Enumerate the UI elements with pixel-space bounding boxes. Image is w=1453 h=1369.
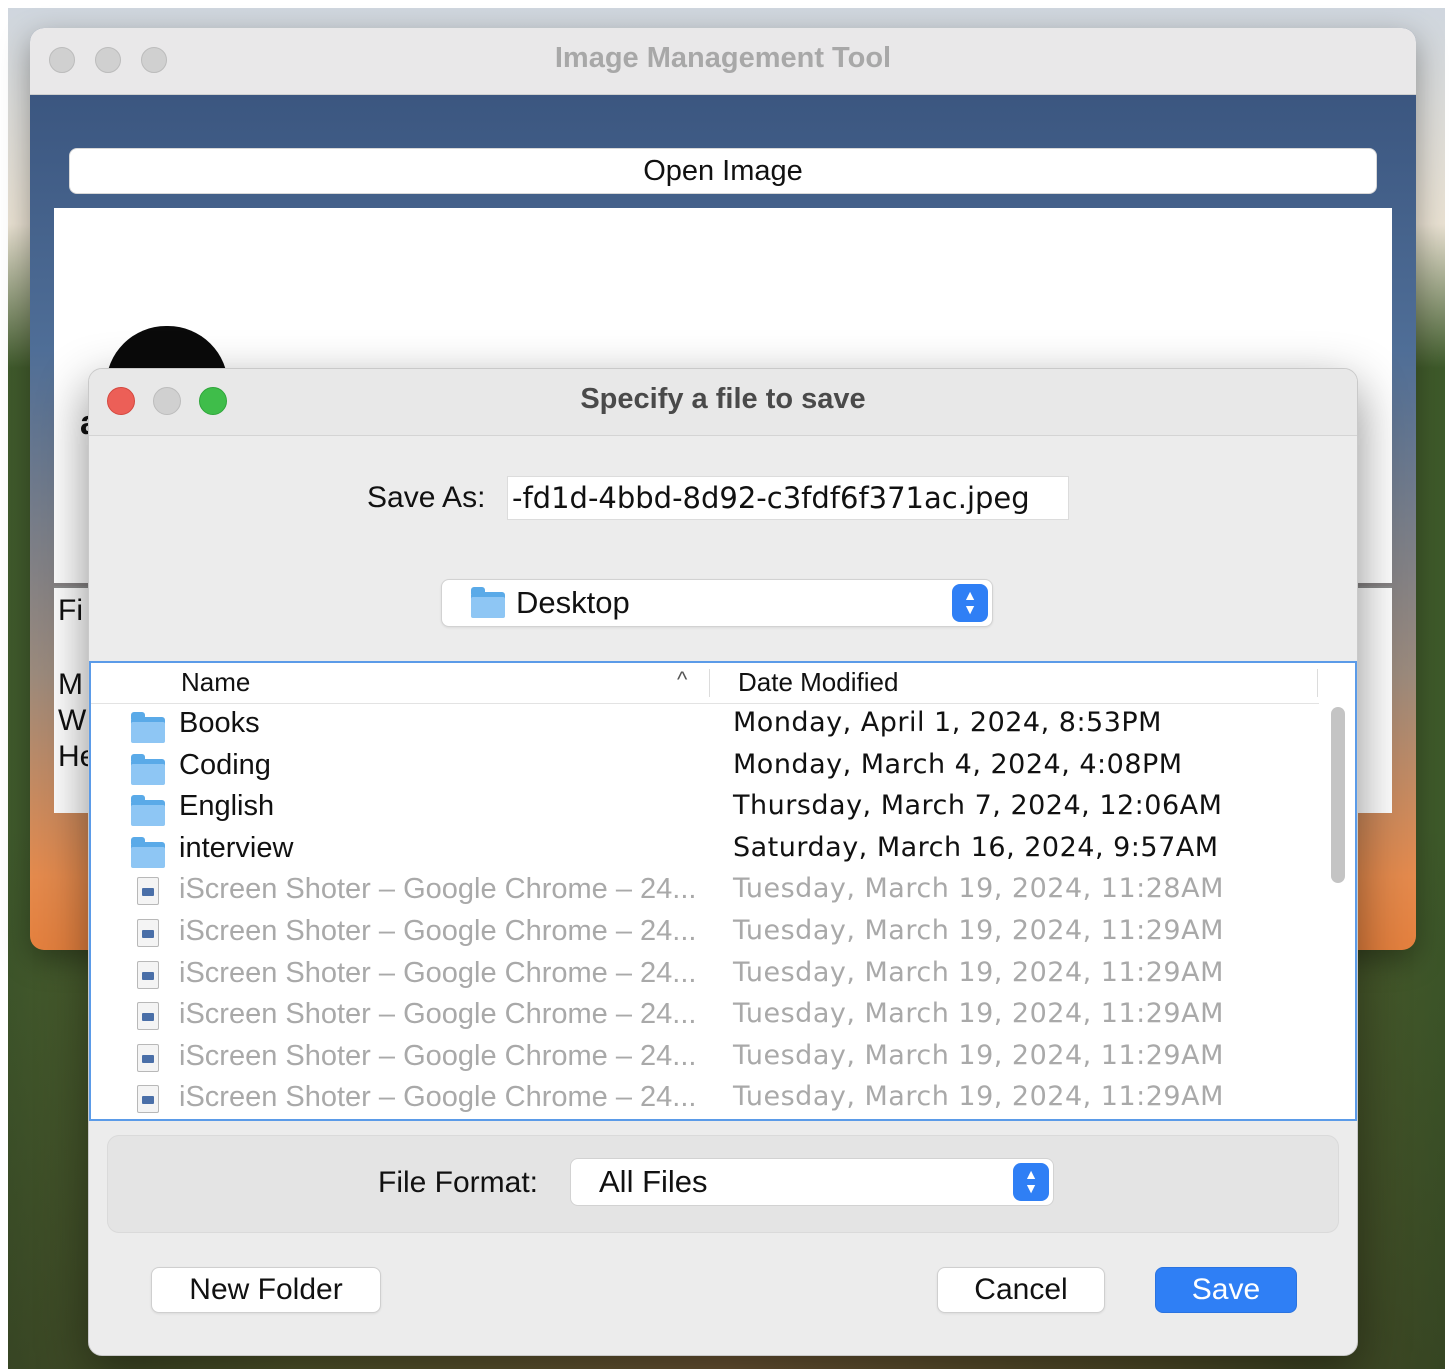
folder-icon [131, 794, 167, 827]
image-file-icon [131, 1043, 167, 1074]
file-name: interview [179, 831, 294, 864]
folder-icon [131, 836, 167, 868]
file-name: English [179, 790, 275, 823]
list-header: Name ^ Date Modified [91, 663, 1319, 704]
save-as-input[interactable]: -fd1d-4bbd-8d92-c3fdf6f371ac.jpeg [507, 476, 1069, 520]
column-divider [1317, 669, 1318, 697]
file-format-value: All Files [599, 1164, 708, 1199]
file-name: iScreen Shoter – Google Chrome – 24... [179, 914, 697, 947]
image-file-icon [131, 1085, 167, 1115]
scrollbar-thumb[interactable] [1331, 707, 1345, 883]
up-down-chevron-icon: ▲ ▼ [952, 584, 988, 622]
info-line: Fi [58, 594, 83, 627]
main-window-title: Image Management Tool [554, 42, 892, 74]
image-file-icon [131, 877, 167, 907]
save-button[interactable]: Save [1155, 1267, 1297, 1313]
file-name: iScreen Shoter – Google Chrome – 24... [179, 998, 697, 1031]
open-image-button[interactable]: Open Image [69, 148, 1377, 194]
file-format-panel: File Format: All Files ▲ ▼ [107, 1135, 1339, 1233]
file-name: iScreen Shoter – Google Chrome – 24... [179, 956, 697, 989]
list-item-file: iScreen Shoter – Google Chrome – 24... T… [91, 913, 1319, 955]
list-item-file: iScreen Shoter – Google Chrome – 24... T… [91, 996, 1319, 1038]
file-date: Tuesday, March 19, 2024, 11:29AM [733, 1081, 1224, 1113]
file-date: Tuesday, March 19, 2024, 11:28AM [733, 873, 1224, 905]
up-down-chevron-icon: ▲ ▼ [1013, 1163, 1049, 1201]
column-header-name[interactable]: Name [181, 667, 250, 698]
folder-icon [471, 587, 505, 618]
sort-ascending-icon: ^ [677, 667, 688, 692]
file-date: Monday, April 1, 2024, 8:53PM [733, 707, 1162, 738]
save-dialog: Specify a file to save Save As: -fd1d-4b… [88, 368, 1358, 1356]
list-item-folder[interactable]: Coding Monday, March 4, 2024, 4:08PM [91, 747, 1319, 789]
list-item-file: iScreen Shoter – Google Chrome – 24... T… [91, 1038, 1319, 1080]
file-name: iScreen Shoter – Google Chrome – 24... [179, 1039, 697, 1072]
image-file-icon [131, 960, 167, 991]
info-line: M [58, 668, 83, 701]
save-as-label: Save As: [367, 481, 486, 514]
file-date: Tuesday, March 19, 2024, 11:29AM [733, 956, 1224, 988]
file-date: Tuesday, March 19, 2024, 11:29AM [733, 998, 1224, 1030]
file-name: Books [179, 707, 260, 739]
image-file-icon [131, 918, 167, 949]
new-folder-button[interactable]: New Folder [151, 1267, 381, 1313]
file-date: Monday, March 4, 2024, 4:08PM [733, 748, 1183, 780]
dialog-title: Specify a file to save [580, 383, 866, 415]
location-value: Desktop [516, 585, 630, 620]
list-item-file: iScreen Shoter – Google Chrome – 24... T… [91, 871, 1319, 913]
file-rows: Books Monday, April 1, 2024, 8:53PM Codi… [91, 705, 1319, 1119]
file-list[interactable]: Name ^ Date Modified Books Monday, April… [89, 661, 1357, 1121]
main-titlebar[interactable]: Image Management Tool [30, 28, 1416, 95]
cancel-button[interactable]: Cancel [937, 1267, 1105, 1313]
folder-icon [131, 711, 167, 743]
list-item-folder[interactable]: English Thursday, March 7, 2024, 12:06AM [91, 788, 1319, 830]
file-date: Tuesday, March 19, 2024, 11:29AM [733, 914, 1224, 946]
file-name: iScreen Shoter – Google Chrome – 24... [179, 1081, 697, 1114]
file-format-label: File Format: [378, 1166, 539, 1199]
file-format-select[interactable]: All Files ▲ ▼ [570, 1158, 1054, 1206]
dialog-titlebar[interactable]: Specify a file to save [89, 369, 1357, 436]
location-select[interactable]: Desktop ▲ ▼ [441, 579, 993, 627]
list-item-file: iScreen Shoter – Google Chrome – 24... T… [91, 1079, 1319, 1119]
list-item-folder[interactable]: Books Monday, April 1, 2024, 8:53PM [91, 705, 1319, 747]
image-file-icon [131, 1002, 167, 1032]
file-date: Tuesday, March 19, 2024, 11:29AM [733, 1039, 1224, 1071]
folder-icon [131, 753, 167, 785]
file-date: Saturday, March 16, 2024, 9:57AM [733, 831, 1219, 863]
file-date: Thursday, March 7, 2024, 12:06AM [733, 790, 1223, 822]
file-name: iScreen Shoter – Google Chrome – 24... [179, 873, 697, 906]
file-name: Coding [179, 748, 271, 781]
list-item-file: iScreen Shoter – Google Chrome – 24... T… [91, 955, 1319, 997]
column-divider [709, 669, 710, 697]
list-item-folder[interactable]: interview Saturday, March 16, 2024, 9:57… [91, 830, 1319, 872]
column-header-date-modified[interactable]: Date Modified [738, 667, 898, 698]
